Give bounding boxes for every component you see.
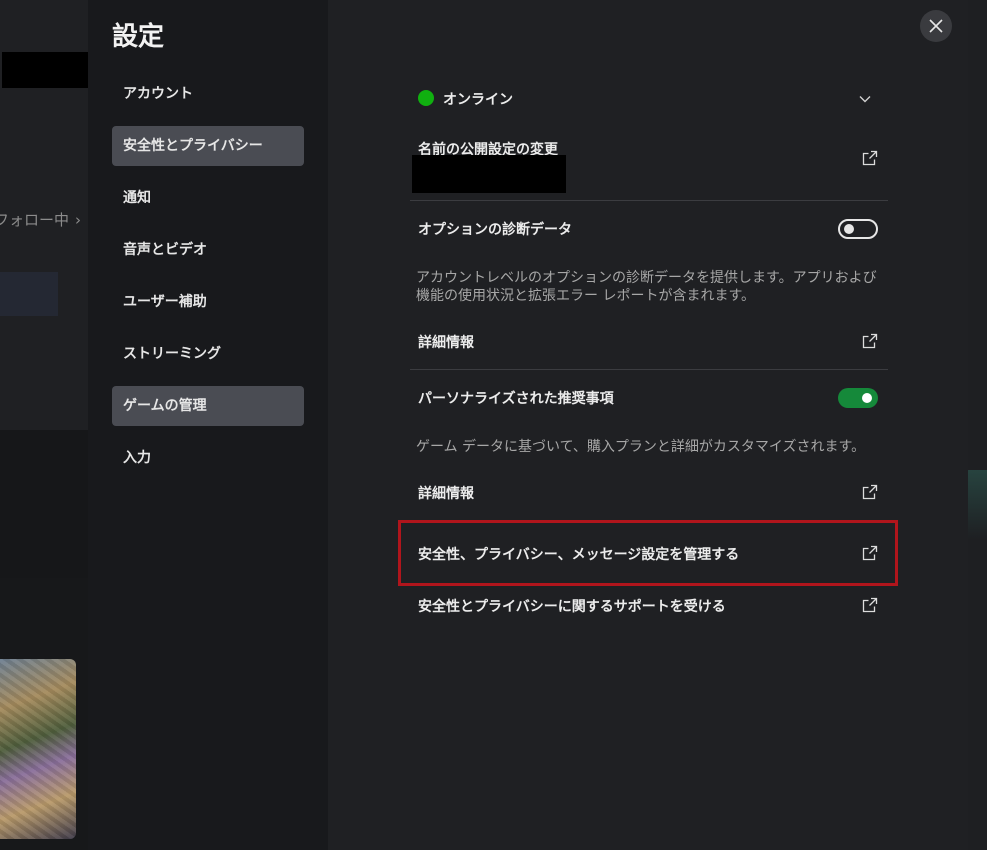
following-link: フォロー中 › [0, 209, 81, 230]
background-right-edge [968, 0, 987, 850]
diagnostics-label: オプションの診断データ [418, 222, 572, 238]
background-button [0, 272, 58, 316]
diagnostics-more-info-link[interactable]: 詳細情報 [418, 332, 878, 352]
external-link-icon[interactable] [862, 150, 878, 166]
settings-sidebar: 設定 アカウント 安全性とプライバシー 通知 音声とビデオ ユーザー補助 ストリ… [88, 0, 328, 850]
chevron-down-icon[interactable] [857, 91, 873, 107]
sidebar-item-privacy[interactable]: 安全性とプライバシー [112, 126, 304, 166]
sidebar-item-audio-video[interactable]: 音声とビデオ [112, 230, 304, 270]
chevron-right-icon: › [75, 211, 82, 229]
close-button[interactable] [920, 10, 952, 42]
close-icon [929, 19, 943, 33]
background-section [0, 430, 88, 578]
following-label: フォロー中 [0, 211, 70, 229]
external-link-icon[interactable] [862, 597, 878, 613]
settings-content [328, 0, 968, 850]
background-art-edge [968, 470, 987, 540]
toggle-knob [844, 224, 854, 234]
divider [410, 200, 888, 201]
recommendations-more-info-link[interactable]: 詳細情報 [418, 483, 878, 503]
game-cover-art [0, 659, 76, 839]
recommendations-label: パーソナライズされた推奨事項 [418, 391, 614, 407]
external-link-icon[interactable] [862, 484, 878, 500]
settings-title: 設定 [112, 22, 165, 52]
sidebar-item-input[interactable]: 入力 [112, 438, 304, 478]
sidebar-item-accessibility[interactable]: ユーザー補助 [112, 282, 304, 322]
sidebar-item-account[interactable]: アカウント [112, 74, 304, 114]
privacy-support-link[interactable]: 安全性とプライバシーに関するサポートを受ける [418, 596, 878, 616]
external-link-icon[interactable] [862, 333, 878, 349]
background-app: フォロー中 › [0, 0, 88, 850]
sidebar-item-game-management[interactable]: ゲームの管理 [112, 386, 304, 426]
online-status-label[interactable]: オンライン [443, 89, 513, 109]
game-cover-texture [0, 659, 76, 839]
diagnostics-description: アカウントレベルのオプションの診断データを提供します。アプリおよび機能の使用状況… [416, 270, 877, 304]
sidebar-item-streaming[interactable]: ストリーミング [112, 334, 304, 374]
online-status-dot [418, 90, 434, 106]
divider [410, 369, 888, 370]
recommendations-description: ゲーム データに基づいて、購入プランと詳細がカスタマイズされます。 [416, 439, 866, 455]
diagnostics-toggle[interactable] [838, 219, 878, 239]
external-link-icon[interactable] [862, 545, 878, 561]
redacted-gamertag [2, 52, 88, 88]
redacted-name [412, 155, 566, 193]
recommendations-toggle[interactable] [838, 388, 878, 408]
toggle-knob [862, 393, 872, 403]
manage-privacy-settings-link[interactable]: 安全性、プライバシー、メッセージ設定を管理する [418, 544, 878, 564]
sidebar-item-notifications[interactable]: 通知 [112, 178, 304, 218]
